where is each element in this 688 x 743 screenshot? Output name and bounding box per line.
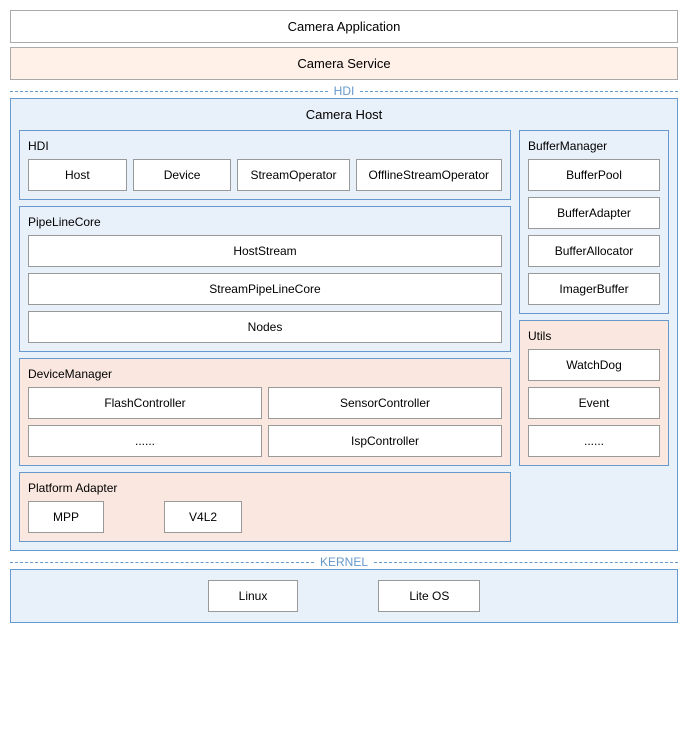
kernel-items: Linux Lite OS [21,580,667,612]
device-section-title: DeviceManager [28,367,502,381]
camera-host-title: Camera Host [19,107,669,122]
platform-items: MPP V4L2 [28,501,502,533]
hdi-right-line [360,91,678,92]
kernel-divider-row: KERNEL [10,555,678,569]
utils-section: Utils WatchDog Event ...... [519,320,669,466]
device-grid: FlashController SensorController ...... … [28,387,502,457]
pipeline-items: HostStream StreamPipeLineCore Nodes [28,235,502,343]
kernel-box: Linux Lite OS [10,569,678,623]
hdi-section: HDI Host Device StreamOperator OfflineSt… [19,130,511,200]
buffer-item-allocator: BufferAllocator [528,235,660,267]
platform-section: Platform Adapter MPP V4L2 [19,472,511,542]
hdi-items: Host Device StreamOperator OfflineStream… [28,159,502,191]
camera-service-box: Camera Service [10,47,678,80]
hdi-item-device: Device [133,159,232,191]
buffer-item-adapter: BufferAdapter [528,197,660,229]
pipeline-section-title: PipeLineCore [28,215,502,229]
device-item-dots: ...... [28,425,262,457]
hdi-section-title: HDI [28,139,502,153]
device-item-flash: FlashController [28,387,262,419]
platform-item-v4l2: V4L2 [164,501,242,533]
pipeline-item-nodes: Nodes [28,311,502,343]
pipeline-item-streampipelinecore: StreamPipeLineCore [28,273,502,305]
camera-application-box: Camera Application [10,10,678,43]
hdi-label: HDI [328,84,361,98]
kernel-right-line [374,562,678,563]
device-section: DeviceManager FlashController SensorCont… [19,358,511,466]
hdi-item-host: Host [28,159,127,191]
buffer-manager-section: BufferManager BufferPool BufferAdapter B… [519,130,669,314]
camera-service-label: Camera Service [297,56,390,71]
utils-item-dots: ...... [528,425,660,457]
buffer-manager-title: BufferManager [528,139,660,153]
pipeline-section: PipeLineCore HostStream StreamPipeLineCo… [19,206,511,352]
hdi-item-stream-operator: StreamOperator [237,159,349,191]
platform-section-title: Platform Adapter [28,481,502,495]
pipeline-item-hoststream: HostStream [28,235,502,267]
right-column: BufferManager BufferPool BufferAdapter B… [519,130,669,542]
kernel-left-line [10,562,314,563]
utils-section-title: Utils [528,329,660,343]
platform-item-mpp: MPP [28,501,104,533]
kernel-label: KERNEL [314,555,374,569]
hdi-divider-row: HDI [10,84,678,98]
utils-items: WatchDog Event ...... [528,349,660,457]
camera-application-label: Camera Application [288,19,401,34]
buffer-items: BufferPool BufferAdapter BufferAllocator… [528,159,660,305]
kernel-item-liteos: Lite OS [378,580,480,612]
buffer-item-pool: BufferPool [528,159,660,191]
utils-item-watchdog: WatchDog [528,349,660,381]
hdi-item-offline-stream-operator: OfflineStreamOperator [356,159,503,191]
diagram-wrapper: Camera Application Camera Service HDI Ca… [0,0,688,633]
left-column: HDI Host Device StreamOperator OfflineSt… [19,130,511,542]
device-item-sensor: SensorController [268,387,502,419]
kernel-item-linux: Linux [208,580,299,612]
buffer-item-imager: ImagerBuffer [528,273,660,305]
hdi-left-line [10,91,328,92]
utils-item-event: Event [528,387,660,419]
camera-host-outer: Camera Host HDI Host Device Stre [10,98,678,551]
camera-host-inner: HDI Host Device StreamOperator OfflineSt… [19,130,669,542]
device-item-isp: IspController [268,425,502,457]
